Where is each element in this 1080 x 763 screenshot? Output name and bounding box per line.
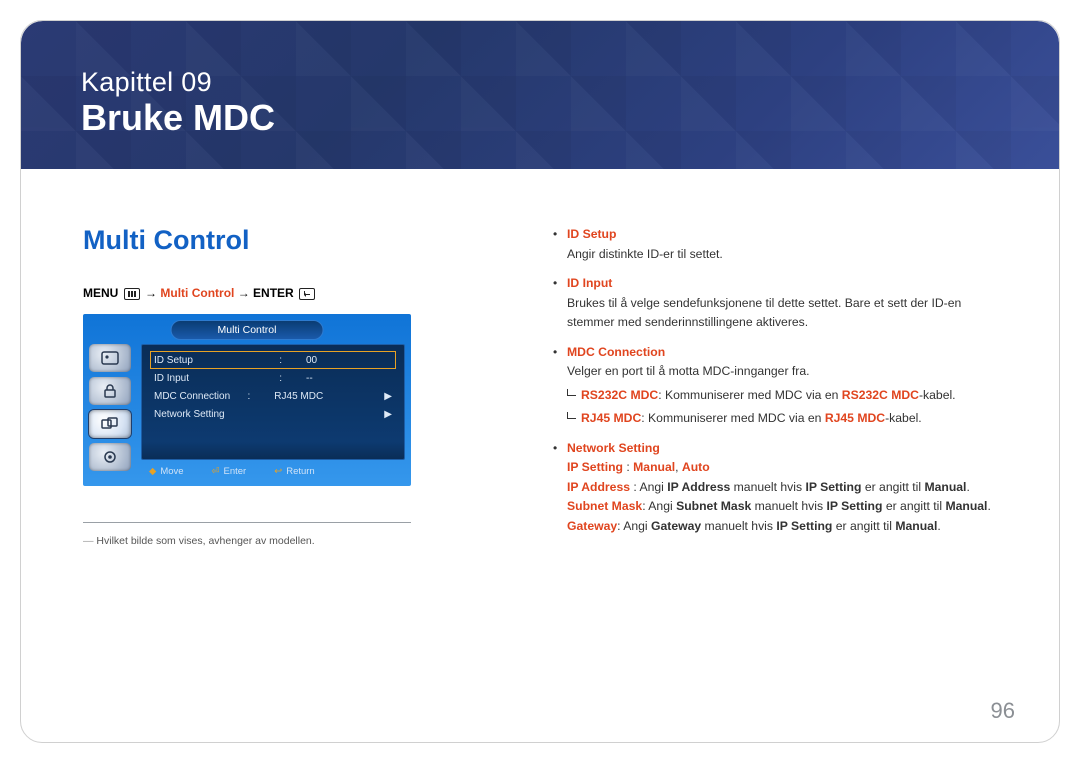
keyword: IP Address (567, 480, 630, 494)
text: . (966, 480, 969, 494)
keyword: IP Setting (567, 460, 623, 474)
text: : Angi (630, 480, 667, 494)
osd-row-label: ID Setup (154, 355, 193, 366)
text: : Angi (642, 499, 676, 513)
menu-word: MENU (83, 286, 118, 300)
page: Kapittel 09 Bruke MDC Multi Control MENU… (20, 20, 1060, 743)
osd-panel: ID Setup :00 ID Input :-- MDC Connection… (141, 344, 405, 460)
text: -kabel. (885, 411, 922, 425)
osd-icon-lock (89, 377, 131, 405)
bold: IP Setting (805, 480, 861, 494)
sub-rs232c: RS232C MDC: Kommuniserer med MDC via en … (567, 386, 999, 406)
text: manuelt hvis (701, 519, 776, 533)
bold: Manual (895, 519, 937, 533)
chapter-title: Bruke MDC (81, 98, 275, 138)
page-number: 96 (991, 698, 1015, 724)
osd-row-label: ID Input (154, 373, 189, 384)
item-network-setting: Network Setting IP Setting : Manual, Aut… (553, 439, 999, 537)
osd-icon-multi (89, 410, 131, 438)
keyword: Subnet Mask (567, 499, 642, 513)
text: manuelt hvis (751, 499, 826, 513)
submenu-arrow-icon: ▶ (384, 409, 392, 420)
text: : Angi (617, 519, 651, 533)
osd-sidebar-icons (89, 344, 137, 476)
keyword: Manual (633, 460, 675, 474)
bold: Manual (924, 480, 966, 494)
item-body: Brukes til å velge sendefunksjonene til … (567, 296, 961, 330)
keyword: Auto (682, 460, 710, 474)
osd-row-label: MDC Connection (154, 391, 230, 402)
chapter-number: Kapittel 09 (81, 67, 275, 98)
keyword: RJ45 MDC (825, 411, 885, 425)
osd-row: MDC Connection :RJ45 MDC▶ (150, 387, 396, 405)
osd-row-value: RJ45 MDC (274, 391, 360, 402)
bold: IP Address (667, 480, 730, 494)
footer-label: Move (160, 466, 183, 477)
item-heading: ID Input (567, 276, 612, 290)
item-id-input: ID Input Brukes til å velge sendefunksjo… (553, 274, 999, 333)
osd-row-value: -- (306, 373, 392, 384)
section-title: Multi Control (83, 225, 553, 256)
osd-row: ID Input :-- (150, 369, 396, 387)
osd-icon-picture (89, 344, 131, 372)
footer-label: Return (286, 466, 315, 477)
enter-icon (299, 288, 315, 300)
chapter-band: Kapittel 09 Bruke MDC (21, 21, 1059, 169)
enter-word: ENTER (253, 286, 294, 300)
keyword: Gateway (567, 519, 617, 533)
sub-rj45: RJ45 MDC: Kommuniserer med MDC via en RJ… (567, 409, 999, 429)
model-note: Hvilket bilde som vises, avhenger av mod… (83, 535, 553, 547)
osd-screenshot: Multi Control (83, 314, 411, 486)
menu-path: MENU → Multi Control → ENTER (83, 286, 553, 300)
bold: IP Setting (826, 499, 882, 513)
osd-row: Network Setting ▶ (150, 405, 396, 423)
bold: Manual (945, 499, 987, 513)
item-heading: MDC Connection (567, 345, 665, 359)
item-heading: ID Setup (567, 227, 616, 241)
bold: Subnet Mask (676, 499, 751, 513)
footer-label: Enter (224, 466, 247, 477)
text: : Kommuniserer med MDC via en (641, 411, 825, 425)
menu-path-mid: Multi Control (160, 286, 234, 300)
keyword: RJ45 MDC (581, 411, 641, 425)
osd-footer: ◆ Move ⏎ Enter ↩ Return (141, 463, 405, 480)
text: . (987, 499, 990, 513)
move-key-icon: ◆ (149, 466, 156, 477)
text: . (937, 519, 940, 533)
keyword: RS232C MDC (842, 388, 919, 402)
item-mdc-connection: MDC Connection Velger en port til å mott… (553, 343, 999, 429)
text: er angitt til (882, 499, 945, 513)
osd-icon-settings (89, 443, 131, 471)
arrow-text: → (238, 286, 253, 300)
menu-icon (124, 288, 140, 300)
osd-row-label: Network Setting (154, 409, 225, 420)
divider (83, 522, 411, 523)
item-heading: Network Setting (567, 441, 660, 455)
osd-row: ID Setup :00 (150, 351, 396, 369)
text: : Kommuniserer med MDC via en (658, 388, 842, 402)
text: er angitt til (861, 480, 924, 494)
return-key-icon: ↩ (274, 466, 282, 477)
item-id-setup: ID Setup Angir distinkte ID-er til sette… (553, 225, 999, 264)
keyword: RS232C MDC (581, 388, 658, 402)
submenu-arrow-icon: ▶ (384, 391, 392, 402)
osd-row-value: 00 (306, 355, 392, 366)
item-body: Velger en port til å motta MDC-innganger… (567, 364, 810, 378)
text: er angitt til (832, 519, 895, 533)
bold: IP Setting (776, 519, 832, 533)
text: -kabel. (919, 388, 956, 402)
arrow-text: → (145, 286, 160, 300)
text: , (675, 460, 682, 474)
text: : (623, 460, 633, 474)
text: manuelt hvis (730, 480, 805, 494)
bold: Gateway (651, 519, 701, 533)
item-body: Angir distinkte ID-er til settet. (567, 247, 723, 261)
osd-title: Multi Control (171, 320, 324, 340)
enter-key-icon: ⏎ (212, 466, 220, 477)
